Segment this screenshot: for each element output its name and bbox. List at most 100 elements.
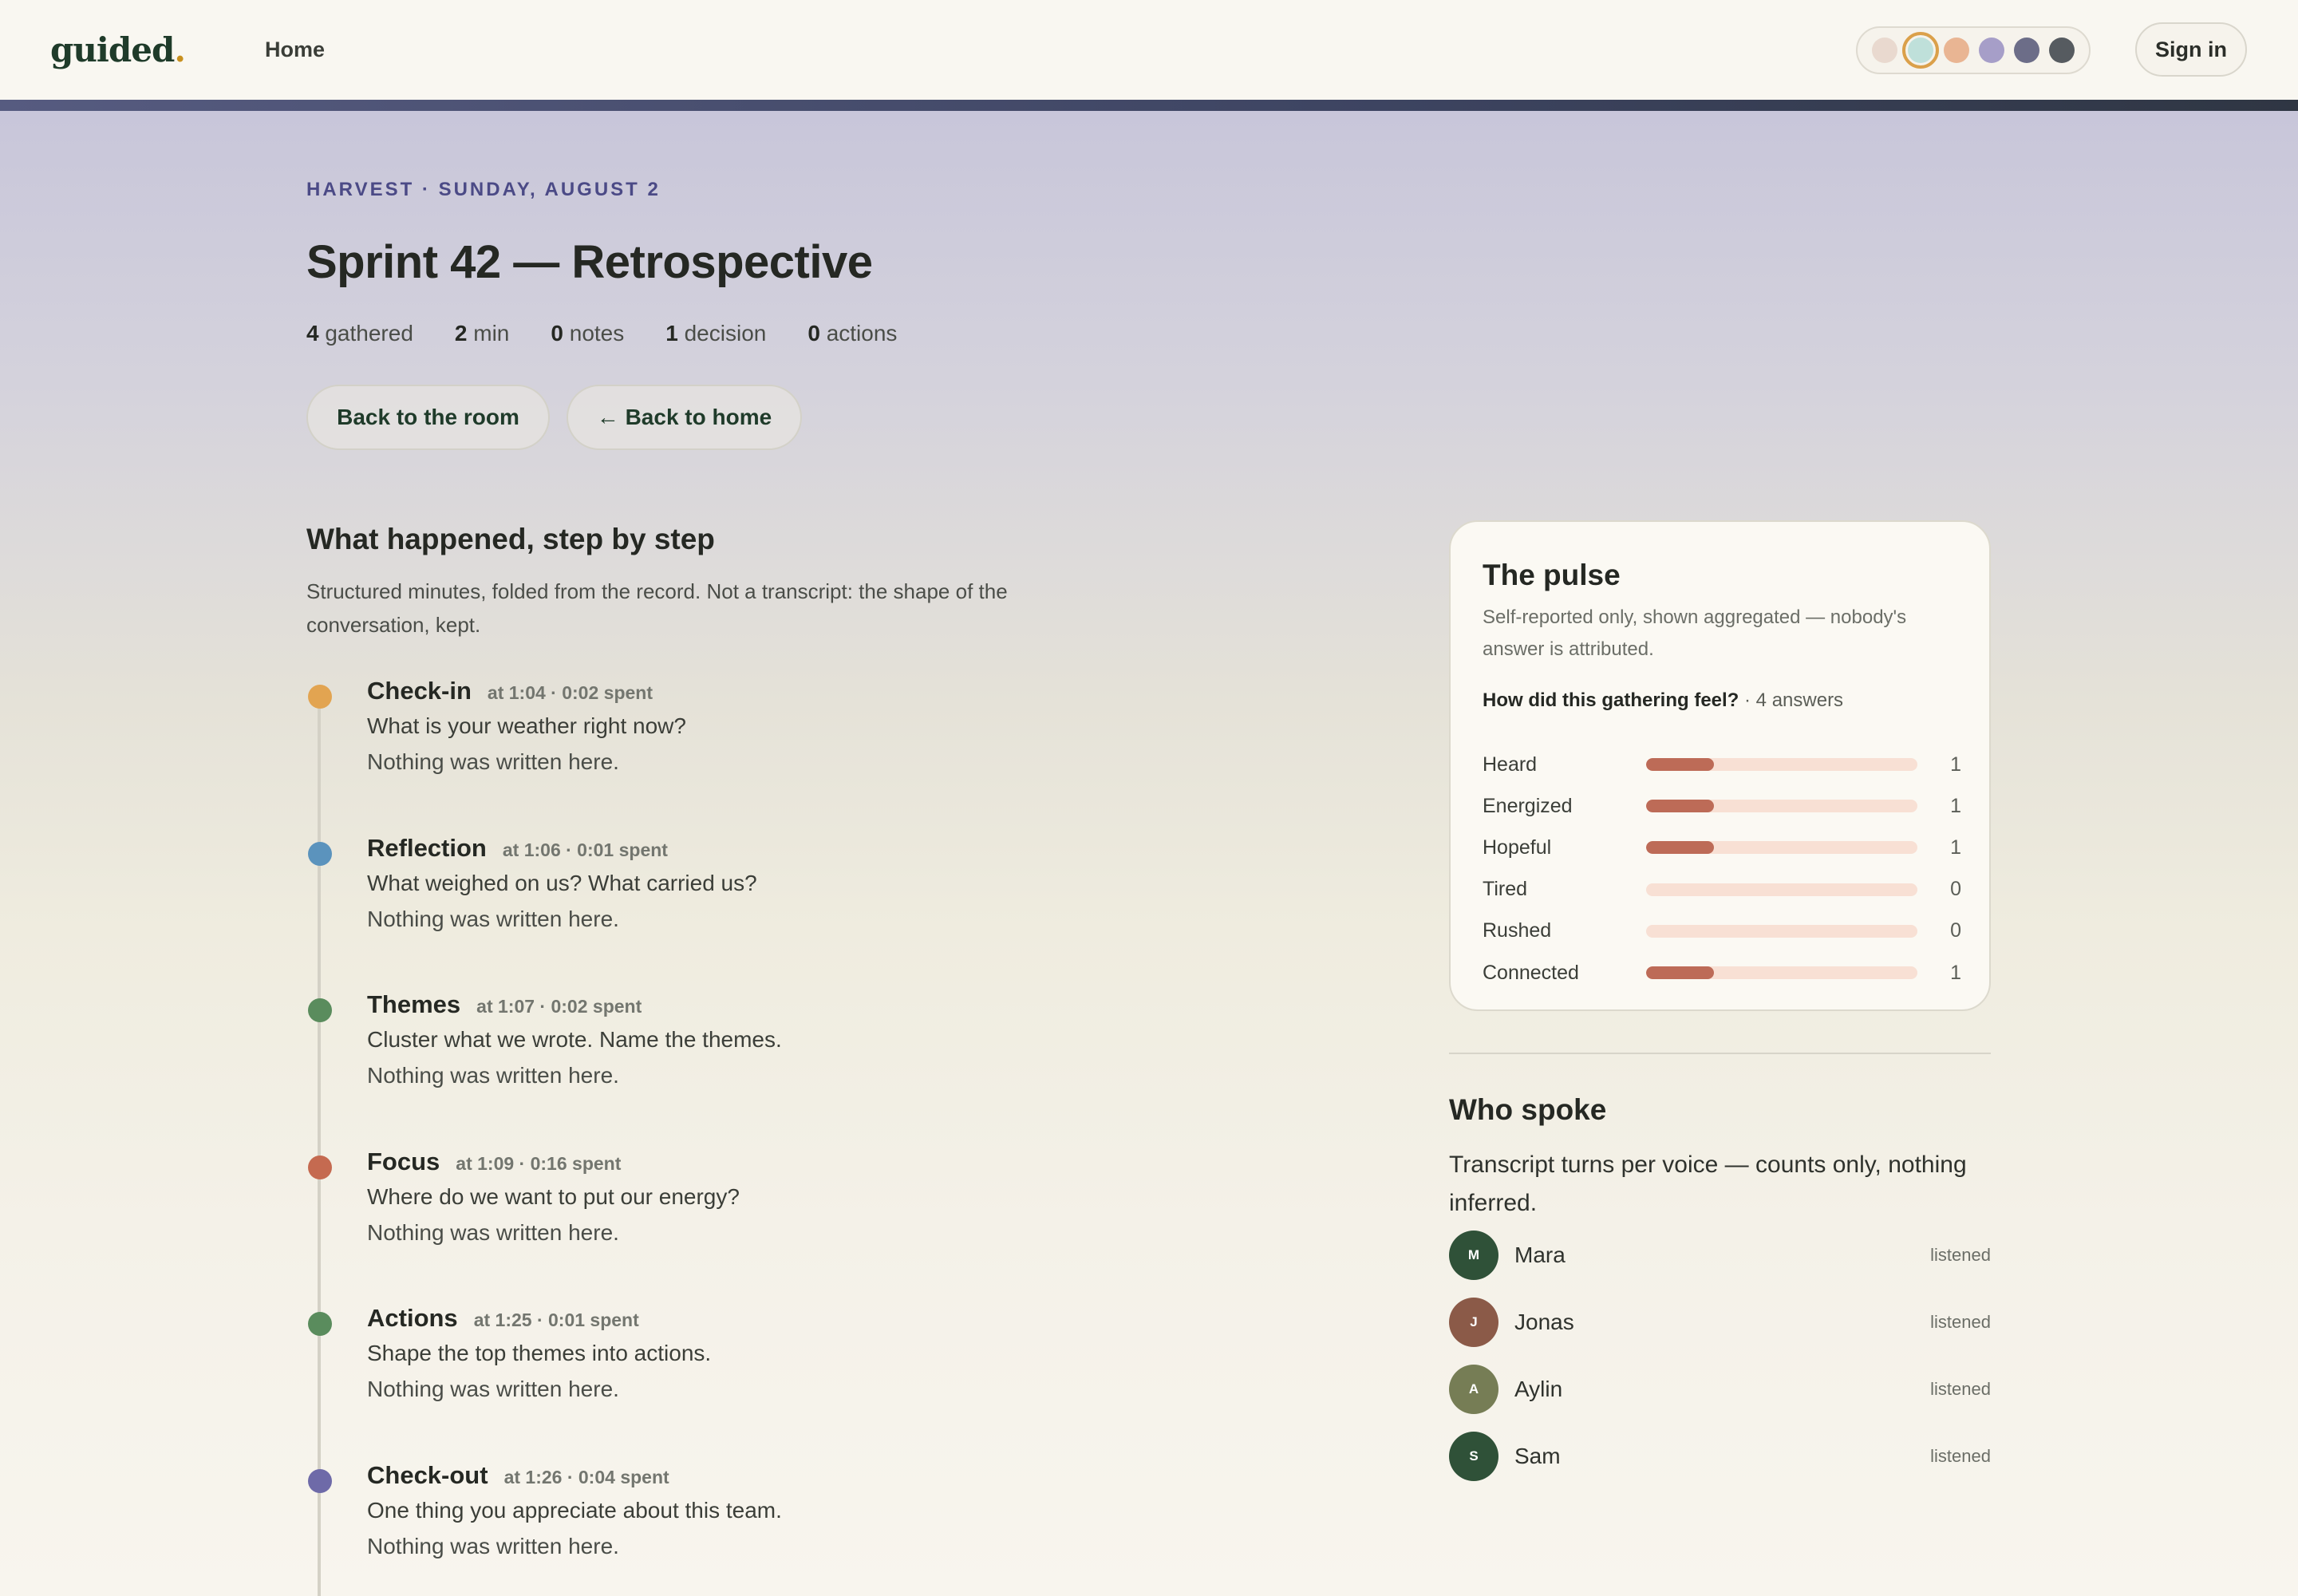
who-spoke-title: Who spoke	[1449, 1093, 1607, 1126]
logo[interactable]: guided.	[50, 30, 186, 69]
speaker-status: listened	[1930, 1312, 1991, 1332]
pulse-row-label: Energized	[1483, 794, 1573, 817]
pulse-row-energized: Energized 1	[1483, 790, 1961, 822]
pulse-row-connected: Connected 1	[1483, 957, 1961, 989]
pulse-row-rushed: Rushed 0	[1483, 915, 1961, 947]
pulse-row-count: 1	[1950, 794, 1961, 817]
speaker-row: M Mara listened	[1449, 1231, 1991, 1280]
theme-swatch-5[interactable]	[2014, 38, 2039, 63]
pulse-row-count: 1	[1950, 836, 1961, 859]
pulse-row-tired: Tired 0	[1483, 874, 1961, 906]
timeline-step: Focus at 1:09 · 0:16 spent Where do we wan…	[306, 1148, 1184, 1304]
stat-actions: 0 actions	[807, 321, 898, 346]
speaker-status: listened	[1930, 1446, 1991, 1466]
pulse-row-label: Tired	[1483, 878, 1528, 901]
pulse-bar-track	[1646, 966, 1917, 979]
pulse-row-hopeful: Hopeful 1	[1483, 832, 1961, 863]
theme-swatch-3[interactable]	[1944, 38, 1969, 63]
step-dot-icon	[308, 998, 332, 1022]
pulse-row-label: Heard	[1483, 753, 1538, 776]
steps-section-title: What happened, step by step	[306, 523, 715, 555]
timeline-step: Check-in at 1:04 · 0:02 spent What is your…	[306, 677, 1184, 833]
step-prompt: Shape the top themes into actions.	[367, 1341, 712, 1365]
pulse-row-count: 1	[1950, 753, 1961, 776]
step-prompt: One thing you appreciate about this team…	[367, 1497, 782, 1523]
pulse-row-count: 1	[1950, 961, 1961, 984]
step-name: Focus	[367, 1147, 440, 1175]
step-meta: at 1:25 · 0:01 spent	[473, 1310, 639, 1330]
back-to-home-button[interactable]: ← Back to home	[567, 385, 802, 450]
pulse-row-count: 0	[1950, 919, 1961, 942]
step-dot-icon	[308, 841, 332, 866]
speaker-name: Aylin	[1514, 1377, 1563, 1401]
page-eyebrow: HARVEST · SUNDAY, AUGUST 2	[306, 179, 661, 200]
step-note: Nothing was written here.	[367, 1219, 619, 1245]
pulse-question: How did this gathering feel? · 4 answers	[1483, 689, 1844, 711]
stat-min: 2 min	[454, 321, 510, 346]
step-note: Nothing was written here.	[367, 1063, 619, 1088]
pulse-bar-track	[1646, 924, 1917, 938]
step-name: Reflection	[367, 833, 487, 862]
timeline-step: Actions at 1:25 · 0:01 spent Shape the top…	[306, 1304, 1184, 1460]
pulse-bar-fill	[1646, 800, 1714, 813]
step-note: Nothing was written here.	[367, 906, 619, 931]
pulse-card: The pulse Self-reported only, shown aggr…	[1449, 520, 1991, 1011]
speaker-row: J Jonas listened	[1449, 1298, 1991, 1347]
speaker-name: Jonas	[1514, 1310, 1574, 1334]
section-divider	[1449, 1053, 1991, 1054]
step-name: Themes	[367, 990, 461, 1018]
theme-swatch-picker	[1856, 26, 2091, 74]
step-note: Nothing was written here.	[367, 1377, 619, 1401]
stat-gathered: 4 gathered	[306, 321, 413, 346]
pulse-row-heard: Heard 1	[1483, 749, 1961, 780]
avatar: S	[1449, 1432, 1498, 1481]
page-title: Sprint 42 — Retrospective	[306, 236, 873, 288]
theme-swatch-1[interactable]	[1872, 38, 1897, 63]
pulse-bar-fill	[1646, 841, 1714, 855]
pulse-subtitle: Self-reported only, shown aggregated — n…	[1483, 606, 1907, 660]
avatar: M	[1449, 1231, 1498, 1280]
step-name: Check-out	[367, 1460, 488, 1489]
header-divider-bar	[0, 100, 2298, 111]
back-to-room-button[interactable]: Back to the room	[306, 385, 550, 450]
step-prompt: What is your weather right now?	[367, 713, 686, 738]
pulse-row-label: Connected	[1483, 961, 1579, 984]
speaker-name: Sam	[1514, 1444, 1561, 1468]
pulse-bar-fill	[1646, 758, 1714, 771]
top-bar: guided. Home Sign in	[0, 0, 2298, 100]
speaker-row: A Aylin listened	[1449, 1365, 1991, 1414]
timeline-step: Themes at 1:07 · 0:02 spent Cluster what w…	[306, 990, 1184, 1147]
theme-swatch-2[interactable]	[1902, 32, 1939, 69]
who-spoke-description: Transcript turns per voice — counts only…	[1449, 1152, 1967, 1216]
stat-decision: 1 decision	[665, 321, 767, 346]
step-meta: at 1:04 · 0:02 spent	[487, 682, 653, 703]
pulse-bar-track	[1646, 800, 1917, 813]
speaker-status: listened	[1930, 1379, 1991, 1399]
steps-section-description: Structured minutes, folded from the reco…	[306, 579, 1008, 637]
theme-swatch-6[interactable]	[2049, 38, 2075, 63]
step-prompt: Where do we want to put our energy?	[367, 1183, 740, 1209]
step-prompt: Cluster what we wrote. Name the themes.	[367, 1027, 782, 1052]
step-meta: at 1:26 · 0:04 spent	[503, 1466, 669, 1487]
timeline-step: Check-out at 1:26 · 0:04 spent One thing y…	[306, 1461, 1184, 1596]
pulse-bar-track	[1646, 883, 1917, 896]
theme-swatch-4[interactable]	[1979, 38, 2004, 63]
sign-in-button[interactable]: Sign in	[2135, 22, 2247, 77]
step-dot-icon	[308, 685, 332, 709]
nav-home-link[interactable]: Home	[265, 38, 325, 62]
step-dot-icon	[308, 1312, 332, 1336]
pulse-title: The pulse	[1483, 559, 1621, 591]
step-meta: at 1:06 · 0:01 spent	[502, 839, 668, 860]
pulse-bar-fill	[1646, 966, 1714, 979]
avatar: J	[1449, 1298, 1498, 1347]
speaker-name: Mara	[1514, 1242, 1566, 1267]
speaker-row: S Sam listened	[1449, 1432, 1991, 1481]
step-dot-icon	[308, 1155, 332, 1179]
stat-notes: 0 notes	[551, 321, 625, 346]
step-meta: at 1:09 · 0:16 spent	[456, 1152, 622, 1174]
step-dot-icon	[308, 1468, 332, 1493]
step-name: Check-in	[367, 677, 472, 705]
pulse-row-label: Rushed	[1483, 919, 1552, 942]
speaker-status: listened	[1930, 1245, 1991, 1265]
pulse-row-label: Hopeful	[1483, 836, 1552, 859]
